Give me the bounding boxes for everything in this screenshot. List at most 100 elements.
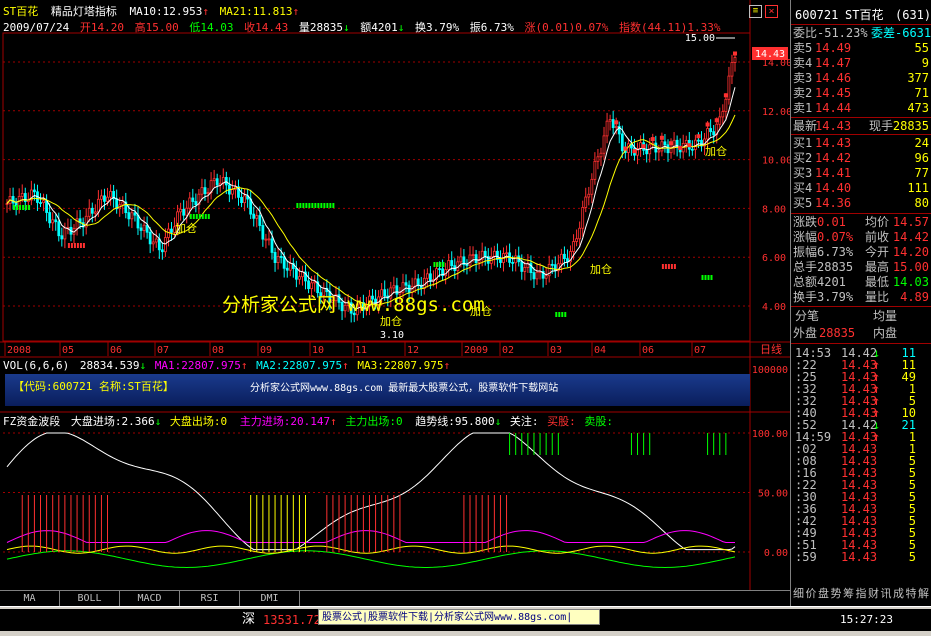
buy-signal-dot	[650, 137, 655, 142]
signal-block	[436, 262, 439, 267]
candle-body	[100, 195, 103, 200]
tab-rsi[interactable]: RSI	[180, 591, 240, 606]
sell-row: 卖3 14.46 377	[791, 71, 931, 86]
stat-row-cell: 均价	[865, 215, 890, 229]
candle-body	[584, 196, 588, 208]
signal-block	[13, 205, 16, 210]
quote-tab[interactable]: 盘	[818, 586, 829, 601]
buy-row-cell: 买1	[793, 136, 813, 150]
candle-body	[392, 285, 396, 289]
time-axis-label: 07	[157, 345, 169, 356]
stat-row-cell: 涨幅	[793, 230, 818, 244]
chart-area[interactable]: 14.00 12.00 10.00 8.00 6.00 4.00 14.43 15.00 3.1…	[0, 0, 790, 590]
menu-icon[interactable]: ≡	[749, 5, 762, 18]
fenbi-row-cell: 均量	[873, 309, 898, 323]
quote-tab[interactable]: 筹	[843, 586, 854, 601]
ad-banner[interactable]: 【代码:600721 名称:ST百花】 分析家公式网www.88gs.com 最…	[5, 374, 750, 406]
high-mark-label: 15.00	[685, 33, 715, 44]
candle-body	[206, 192, 210, 195]
add-position-label: 加仓	[590, 262, 612, 276]
quote-tab[interactable]: 财	[868, 586, 879, 601]
candle-body	[255, 215, 259, 219]
add-position-label: 加仓	[705, 144, 727, 158]
quote-tab[interactable]: 价	[806, 586, 817, 601]
candle-body	[121, 201, 125, 206]
status-time: 15:27:23	[840, 613, 893, 626]
sell-row-cell: 卖4	[793, 56, 813, 70]
buy-row-cell: 14.42	[815, 151, 852, 165]
candle-body	[48, 212, 52, 224]
status-market: 深	[242, 612, 256, 627]
candle-body	[167, 228, 170, 238]
candle-body	[87, 207, 91, 217]
vol-value: 28834.539	[79, 359, 140, 372]
candle-body	[136, 214, 140, 229]
candle-body	[142, 224, 146, 231]
waipan-row-cell: 外盘	[793, 326, 818, 340]
buy-row-cell: 14.41	[815, 166, 852, 180]
signal-block	[70, 243, 73, 248]
quote-title-cell: (631)	[895, 8, 931, 22]
quote-tab[interactable]: 解	[918, 586, 929, 601]
fenbi-row-cell: 分笔	[795, 309, 820, 323]
tab-macd[interactable]: MACD	[120, 591, 180, 606]
candle-body	[310, 282, 314, 290]
quote-tab[interactable]: 成	[893, 586, 904, 601]
candle-body	[599, 152, 603, 158]
stat-row-cell: 总手	[793, 260, 818, 274]
candle-body	[425, 273, 429, 279]
candle-body	[544, 275, 548, 279]
candle-body	[505, 252, 508, 255]
candle-body	[45, 200, 48, 213]
time-axis-label: 09	[260, 345, 272, 356]
candle-body	[191, 197, 195, 202]
candle-body	[298, 276, 301, 280]
tab-ma[interactable]: MA	[0, 591, 60, 606]
stat-row-cell: 0.07%	[817, 230, 854, 244]
sell-row-cell: 14.47	[815, 56, 852, 70]
candle-body	[559, 253, 563, 265]
buy-signal-dot	[687, 143, 692, 148]
candle-body	[428, 273, 432, 282]
stat-row-cell: 4201	[817, 275, 846, 289]
candle-body	[438, 268, 441, 271]
candle-body	[416, 278, 420, 286]
sell-row-cell: 卖1	[793, 101, 813, 115]
candle-body	[422, 277, 426, 289]
stat-row: 振幅 6.73% 今开 14.20	[791, 245, 931, 260]
tick-row-cell: :59	[795, 550, 817, 564]
tab-dmi[interactable]: DMI	[240, 591, 300, 606]
stat-row-cell: 4.89	[900, 290, 929, 304]
stat-row-cell: 6.73%	[817, 245, 854, 259]
candle-body	[563, 253, 566, 260]
candle-body	[57, 221, 61, 237]
status-ad[interactable]: 股票公式|股票软件下载|分析家公式网www.88gs.com|	[318, 609, 600, 625]
time-axis-label: 08	[212, 345, 224, 356]
candle-body	[157, 238, 161, 251]
quote-tab[interactable]: 指	[856, 586, 867, 601]
candle-body	[614, 125, 618, 129]
signal-block	[311, 203, 314, 208]
latest-row-cell: 14.43	[815, 119, 852, 133]
signal-block	[308, 203, 311, 208]
quote-tab[interactable]: 势	[831, 586, 842, 601]
sell-row-cell: 377	[907, 71, 929, 85]
candle-body	[593, 160, 597, 180]
time-axis-label: 06	[642, 345, 654, 356]
latest-row-cell: 最新	[793, 119, 818, 133]
signal-block	[28, 205, 31, 210]
status-index: 13531.72	[263, 613, 321, 627]
signal-block	[667, 264, 670, 269]
tab-boll[interactable]: BOLL	[60, 591, 120, 606]
quote-tab[interactable]: 讯	[881, 586, 892, 601]
header-amount: 额4201	[360, 21, 398, 34]
sell-row-cell: 14.46	[815, 71, 852, 85]
quote-tab[interactable]: 细	[793, 586, 804, 601]
low-mark-label: 3.10	[380, 330, 404, 341]
candle-body	[182, 208, 186, 216]
quote-tab[interactable]: 特	[906, 586, 917, 601]
close-icon[interactable]: ×	[765, 5, 778, 18]
candle-body	[51, 219, 55, 224]
candle-body	[90, 207, 94, 214]
latest-row-cell: 28835	[892, 119, 929, 133]
